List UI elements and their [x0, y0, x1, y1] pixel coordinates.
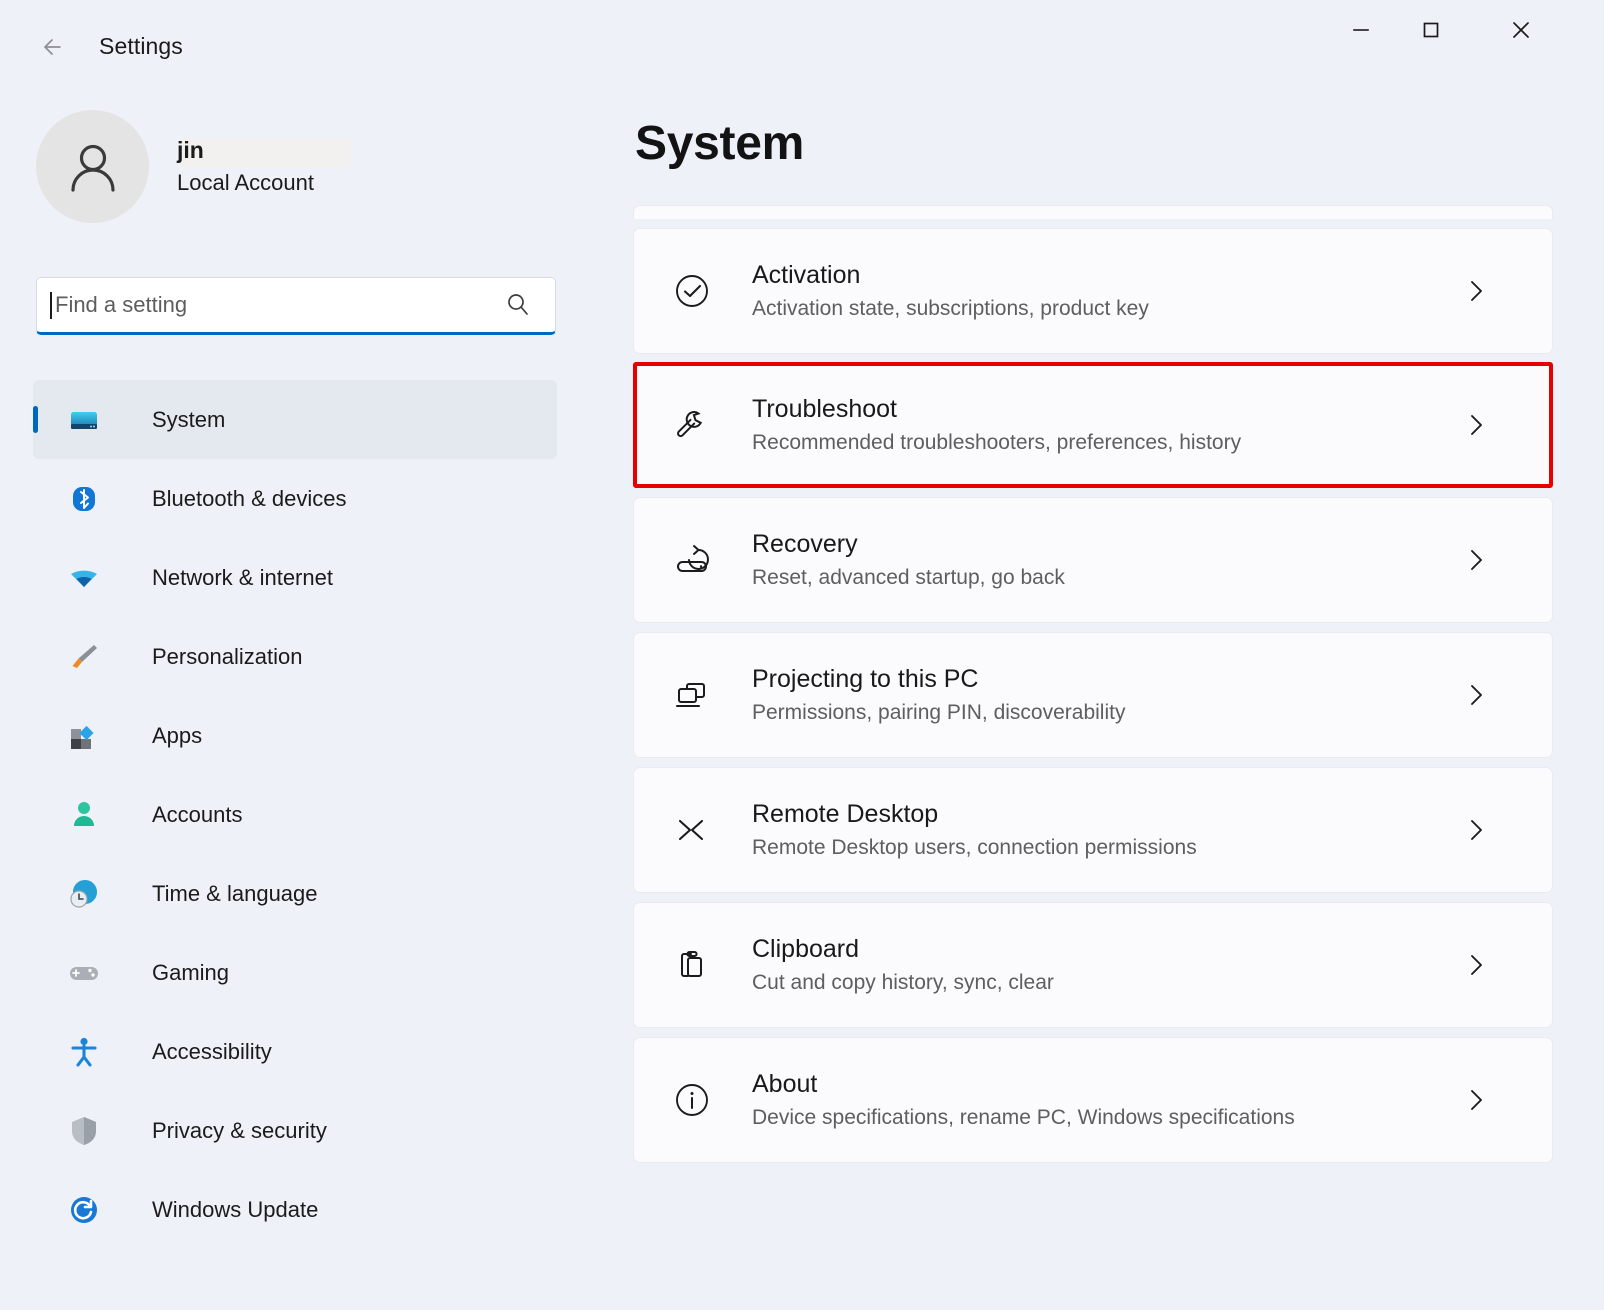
sidebar-item-label: Time & language: [152, 880, 318, 906]
apps-blocks-icon: [67, 719, 101, 753]
close-button[interactable]: [1490, 0, 1552, 60]
sidebar-item-label: Bluetooth & devices: [152, 485, 347, 511]
chevron-right-icon[interactable]: [1462, 951, 1490, 979]
check-circle-icon: [670, 269, 714, 313]
projecting-screens-icon: [670, 673, 714, 717]
chevron-right-icon[interactable]: [1462, 816, 1490, 844]
card-text-block: Activation Activation state, subscription…: [752, 259, 1462, 324]
sidebar-item-network-internet[interactable]: Network & internet: [33, 538, 557, 617]
settings-card-projecting-to-this-pc[interactable]: Projecting to this PC Permissions, pairin…: [633, 632, 1553, 758]
sidebar-item-label: Personalization: [152, 643, 303, 669]
selection-indicator: [33, 406, 38, 433]
card-subtitle: Reset, advanced startup, go back: [752, 565, 1065, 589]
sidebar-item-system[interactable]: System: [33, 380, 557, 459]
text-caret: [50, 291, 52, 319]
wrench-icon: [670, 403, 714, 447]
sidebar-item-accounts[interactable]: Accounts: [33, 775, 557, 854]
settings-card-recovery[interactable]: Recovery Reset, advanced startup, go back: [633, 497, 1553, 623]
sidebar-item-personalization[interactable]: Personalization: [33, 617, 557, 696]
sidebar-item-bluetooth-devices[interactable]: Bluetooth & devices: [33, 459, 557, 538]
update-refresh-icon: [67, 1193, 101, 1227]
settings-card-clipboard[interactable]: Clipboard Cut and copy history, sync, cle…: [633, 902, 1553, 1028]
sidebar-item-accessibility[interactable]: Accessibility: [33, 1012, 557, 1091]
settings-window: Settings jin Local Account Find a settin…: [0, 0, 1604, 1310]
settings-card-list: Activation Activation state, subscription…: [633, 205, 1557, 1163]
card-title: Recovery: [752, 529, 858, 558]
settings-card-activation[interactable]: Activation Activation state, subscription…: [633, 228, 1553, 354]
partial-card-above[interactable]: [633, 205, 1553, 219]
bluetooth-icon: [67, 482, 101, 516]
sidebar-item-label: Network & internet: [152, 564, 333, 590]
gamepad-icon: [67, 956, 101, 990]
chevron-right-icon[interactable]: [1462, 277, 1490, 305]
info-circle-icon: [670, 1078, 714, 1122]
shield-icon: [67, 1114, 101, 1148]
settings-card-troubleshoot[interactable]: Troubleshoot Recommended troubleshooters,…: [633, 362, 1553, 488]
main-content: System Activation Activation state, subsc…: [600, 66, 1604, 1310]
sidebar-item-label: Apps: [152, 722, 203, 748]
minimize-button[interactable]: [1330, 0, 1392, 60]
search-placeholder: Find a setting: [55, 292, 188, 317]
sidebar-item-time-language[interactable]: Time & language: [33, 854, 557, 933]
maximize-button[interactable]: [1400, 0, 1462, 60]
display-monitor-icon: [67, 403, 101, 437]
card-title: Troubleshoot: [752, 394, 897, 423]
account-name: jin: [177, 136, 204, 163]
account-type: Local Account: [177, 169, 314, 195]
globe-clock-icon: [67, 877, 101, 911]
sidebar-item-apps[interactable]: Apps: [33, 696, 557, 775]
person-avatar-icon: [36, 110, 149, 223]
chevron-right-icon[interactable]: [1462, 681, 1490, 709]
card-title: Activation: [752, 260, 861, 289]
chevron-right-icon[interactable]: [1462, 411, 1490, 439]
card-subtitle: Device specifications, rename PC, Window…: [752, 1105, 1295, 1129]
sidebar: jin Local Account Find a setting System B…: [0, 66, 600, 1310]
card-title: Clipboard: [752, 934, 860, 963]
sidebar-item-privacy-security[interactable]: Privacy & security: [33, 1091, 557, 1170]
card-title: Remote Desktop: [752, 799, 939, 828]
sidebar-item-label: Privacy & security: [152, 1117, 327, 1143]
app-title: Settings: [99, 33, 183, 59]
sidebar-item-label: Gaming: [152, 959, 230, 985]
account-block[interactable]: jin Local Account: [36, 110, 351, 223]
card-text-block: Projecting to this PC Permissions, pairin…: [752, 663, 1462, 728]
person-icon: [67, 798, 101, 832]
sidebar-item-windows-update[interactable]: Windows Update: [33, 1170, 557, 1249]
sidebar-item-label: Accounts: [152, 801, 243, 827]
accessibility-person-icon: [67, 1035, 101, 1069]
card-text-block: Recovery Reset, advanced startup, go back: [752, 528, 1462, 593]
paintbrush-icon: [67, 640, 101, 674]
chevron-right-icon[interactable]: [1462, 546, 1490, 574]
page-title: System: [635, 117, 804, 170]
card-title: About: [752, 1069, 818, 1098]
sidebar-item-label: System: [152, 406, 226, 432]
card-text-block: Remote Desktop Remote Desktop users, conn…: [752, 798, 1462, 863]
card-text-block: Clipboard Cut and copy history, sync, cle…: [752, 933, 1462, 998]
remote-desktop-arrows-icon: [670, 808, 714, 852]
recovery-device-icon: [670, 538, 714, 582]
sidebar-item-label: Windows Update: [152, 1196, 319, 1222]
card-subtitle: Recommended troubleshooters, preferences…: [752, 430, 1242, 454]
card-subtitle: Cut and copy history, sync, clear: [752, 970, 1054, 994]
title-bar: Settings: [0, 0, 1604, 66]
back-arrow-icon[interactable]: [33, 30, 67, 64]
card-subtitle: Activation state, subscriptions, product…: [752, 296, 1149, 320]
clipboard-icon: [670, 943, 714, 987]
sidebar-item-label: Accessibility: [152, 1038, 272, 1064]
search-icon[interactable]: [503, 290, 533, 320]
settings-card-about[interactable]: About Device specifications, rename PC, W…: [633, 1037, 1553, 1163]
card-subtitle: Permissions, pairing PIN, discoverabilit…: [752, 700, 1126, 724]
sidebar-item-gaming[interactable]: Gaming: [33, 933, 557, 1012]
search-input[interactable]: Find a setting: [36, 277, 556, 335]
card-text-block: Troubleshoot Recommended troubleshooters,…: [752, 393, 1462, 458]
chevron-right-icon[interactable]: [1462, 1086, 1490, 1114]
sidebar-nav: System Bluetooth & devices Network & inter…: [33, 380, 557, 1249]
wifi-icon: [67, 561, 101, 595]
card-text-block: About Device specifications, rename PC, W…: [752, 1068, 1462, 1133]
card-subtitle: Remote Desktop users, connection permiss…: [752, 835, 1197, 859]
card-title: Projecting to this PC: [752, 664, 979, 693]
settings-card-remote-desktop[interactable]: Remote Desktop Remote Desktop users, conn…: [633, 767, 1553, 893]
